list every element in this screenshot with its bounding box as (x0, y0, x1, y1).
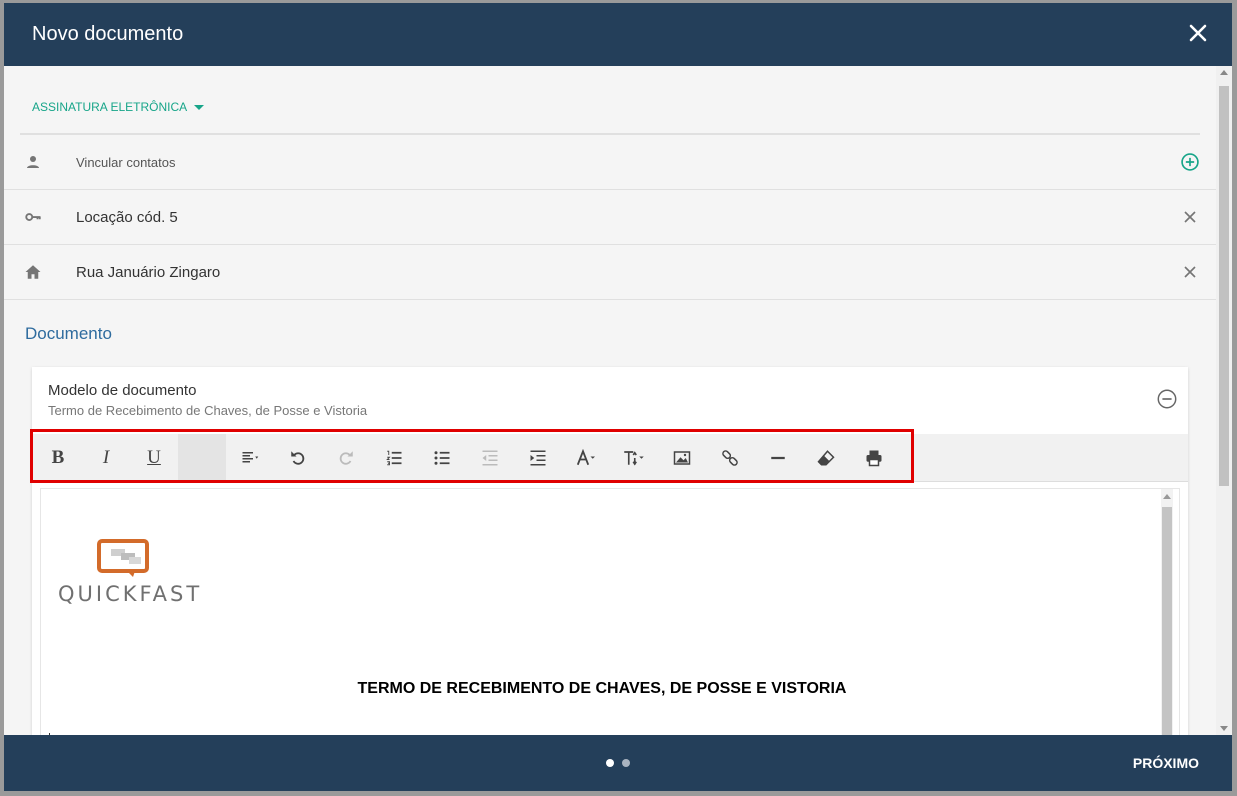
horizontal-rule-icon (771, 456, 785, 460)
home-icon (25, 265, 41, 279)
caret-down-icon (194, 104, 205, 110)
font-size-icon (624, 451, 644, 466)
modal-scrollbar[interactable] (1216, 66, 1232, 735)
undo-icon (291, 451, 305, 465)
add-contact-button[interactable] (1180, 152, 1200, 172)
bold-icon: B (51, 447, 65, 468)
next-button[interactable]: PRÓXIMO (1133, 755, 1199, 771)
print-icon (866, 450, 882, 467)
document-section-title: Documento (25, 324, 112, 343)
align-button[interactable] (226, 434, 274, 482)
indent-button[interactable] (514, 434, 562, 482)
image-icon (673, 451, 691, 465)
unordered-list-icon (434, 451, 450, 465)
font-color-icon (576, 449, 595, 466)
eraser-icon (817, 450, 835, 466)
logo-text: QUICKFAST (58, 582, 203, 606)
remove-lease-button[interactable] (1180, 207, 1200, 227)
scroll-down-icon[interactable] (1220, 726, 1228, 731)
link-contacts-row[interactable]: Vincular contatos (4, 135, 1216, 190)
signature-type-dropdown[interactable]: ASSINATURA ELETRÔNICA (32, 100, 205, 114)
style-button[interactable] (178, 434, 226, 482)
align-left-icon (242, 452, 259, 463)
scroll-up-icon[interactable] (1220, 70, 1228, 75)
model-label: Modelo de documento (48, 382, 197, 399)
modal-header: Novo documento (4, 3, 1232, 66)
collapse-button[interactable] (1156, 388, 1178, 410)
editor-scrollbar[interactable] (1161, 489, 1173, 735)
key-icon (25, 213, 41, 221)
property-label: Rua Januário Zingaro (76, 263, 221, 281)
outdent-button[interactable] (466, 434, 514, 482)
font-color-button[interactable] (562, 434, 610, 482)
undo-button[interactable] (274, 434, 322, 482)
outdent-icon (482, 450, 498, 466)
font-size-button[interactable] (610, 434, 658, 482)
scroll-up-icon[interactable] (1163, 494, 1171, 499)
editor-toolbar: B I U (32, 434, 1188, 482)
clear-format-button[interactable] (802, 434, 850, 482)
lease-label: Locação cód. 5 (76, 208, 178, 226)
redo-icon (339, 451, 353, 465)
underline-button[interactable]: U (130, 434, 178, 482)
modal-content: ASSINATURA ELETRÔNICA Vincular contatos … (4, 66, 1216, 735)
italic-button[interactable]: I (82, 434, 130, 482)
page-indicator (606, 759, 630, 767)
link-icon (722, 450, 738, 466)
underline-icon: U (147, 447, 161, 468)
remove-property-button[interactable] (1180, 262, 1200, 282)
model-value: Termo de Recebimento de Chaves, de Posse… (48, 403, 368, 418)
lease-row: Locação cód. 5 (4, 190, 1216, 245)
italic-icon: I (102, 447, 110, 468)
editor-scroll-thumb[interactable] (1162, 507, 1172, 735)
page-dot-1[interactable] (606, 759, 614, 767)
modal-footer: PRÓXIMO (4, 735, 1232, 791)
link-contacts-label: Vincular contatos (76, 154, 176, 170)
ordered-list-button[interactable] (370, 434, 418, 482)
person-icon (27, 156, 39, 168)
indent-icon (530, 450, 546, 466)
ordered-list-icon (386, 450, 402, 466)
close-modal-button[interactable] (1186, 21, 1210, 45)
image-button[interactable] (658, 434, 706, 482)
property-row: Rua Januário Zingaro (4, 245, 1216, 300)
modal-scroll-thumb[interactable] (1219, 86, 1229, 486)
bold-button[interactable]: B (34, 434, 82, 482)
horizontal-rule-button[interactable] (754, 434, 802, 482)
document-card: Modelo de documento Termo de Recebimento… (32, 367, 1188, 735)
document-editor[interactable]: QUICKFAST TERMO DE RECEBIMENTO DE CHAVES… (40, 488, 1180, 735)
print-button[interactable] (850, 434, 898, 482)
modal-title: Novo documento (32, 23, 184, 45)
redo-button[interactable] (322, 434, 370, 482)
link-button[interactable] (706, 434, 754, 482)
unordered-list-button[interactable] (418, 434, 466, 482)
page-dot-2[interactable] (622, 759, 630, 767)
document-heading: TERMO DE RECEBIMENTO DE CHAVES, DE POSSE… (357, 680, 847, 697)
new-document-modal: Novo documento ASSINATURA ELETRÔNICA Vin… (4, 3, 1232, 791)
close-icon (1189, 24, 1207, 42)
signature-type-label: ASSINATURA ELETRÔNICA (32, 100, 188, 114)
